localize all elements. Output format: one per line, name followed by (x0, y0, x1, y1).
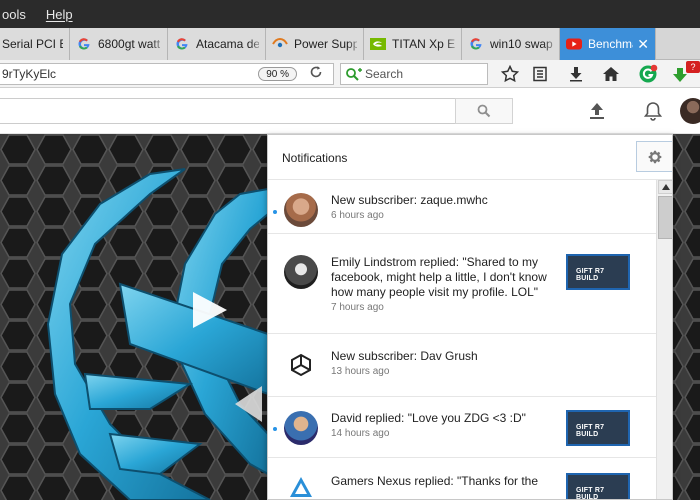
scrollbar-thumb[interactable] (658, 196, 672, 239)
addon-badge: ? (686, 61, 700, 73)
search-placeholder: Search (365, 67, 404, 81)
search-box[interactable]: Search (340, 63, 488, 85)
tab-title: Power Supp (294, 37, 357, 51)
search-icon (477, 104, 491, 118)
notifications-panel: Notifications New subscriber: zaque.mwhc… (267, 134, 673, 500)
thumbnail-label: GIFT R7 BUILD (576, 487, 605, 500)
menu-tools[interactable]: ools (2, 7, 34, 22)
thumbnail-label: GIFT R7 BUILD (576, 268, 605, 282)
zoom-indicator[interactable]: 90 % (258, 67, 297, 81)
tab-title: Benchma (588, 37, 633, 51)
tab-6800gt[interactable]: 6800gt watt (70, 28, 168, 60)
tab-atacama[interactable]: Atacama de (168, 28, 266, 60)
youtube-search-input[interactable] (0, 98, 456, 124)
unread-dot (273, 210, 277, 214)
tab-bar: Serial PCI Ex 6800gt watt Atacama de Pow… (0, 28, 700, 60)
download-icon[interactable] (565, 64, 587, 84)
tab-win10-swap[interactable]: win10 swap (462, 28, 560, 60)
navigation-bar: 9rTyKyElc 90 % Search ? (0, 60, 700, 88)
menu-bar: ools Help (0, 0, 700, 28)
video-thumbnail[interactable]: GIFT R7 BUILD (566, 473, 630, 500)
notification-text: Emily Lindstrom replied: "Shared to my f… (331, 255, 547, 299)
avatar (284, 411, 318, 445)
notification-text: Gamers Nexus replied: "Thanks for the (331, 474, 539, 488)
notification-text: New subscriber: Dav Grush (331, 349, 478, 363)
youtube-icon (566, 36, 582, 52)
notification-item[interactable]: David replied: "Love you ZDG <3 :D" 14 h… (268, 397, 656, 458)
notification-item[interactable]: New subscriber: Dav Grush 13 hours ago (268, 334, 656, 397)
reload-icon[interactable] (307, 65, 325, 83)
notification-item[interactable]: Gamers Nexus replied: "Thanks for the GI… (268, 458, 656, 500)
tab-titan-xp[interactable]: TITAN Xp En (364, 28, 462, 60)
notifications-list: New subscriber: zaque.mwhc 6 hours ago E… (268, 180, 656, 500)
video-thumbnail[interactable]: GIFT R7 BUILD (566, 254, 630, 290)
close-tab-icon[interactable]: ✕ (633, 36, 649, 53)
google-g-icon (76, 36, 92, 52)
notification-time: 6 hours ago (331, 210, 384, 221)
menu-help[interactable]: Help (46, 7, 81, 22)
avatar (284, 255, 318, 289)
bookmark-star-icon[interactable] (499, 64, 521, 84)
notification-item[interactable]: New subscriber: zaque.mwhc 6 hours ago (268, 180, 656, 234)
home-icon[interactable] (600, 64, 622, 84)
notifications-header: Notifications (268, 135, 672, 180)
notification-item[interactable]: Emily Lindstrom replied: "Shared to my f… (268, 234, 656, 334)
video-thumbnail[interactable]: GIFT R7 BUILD (566, 410, 630, 446)
avatar (284, 193, 318, 227)
settings-gear-icon[interactable] (636, 141, 672, 172)
gamers-nexus-logo-icon (290, 477, 312, 497)
google-g-icon (174, 36, 190, 52)
notifications-title: Notifications (282, 151, 348, 165)
tab-power-supply[interactable]: Power Supp (266, 28, 364, 60)
scroll-up-arrow-icon[interactable] (658, 180, 672, 194)
tab-title: Serial PCI Ex (2, 37, 63, 51)
url-text: 9rTyKyElc (2, 67, 57, 81)
youtube-header (0, 88, 700, 134)
thumbnail-label: GIFT R7 BUILD (576, 424, 605, 438)
tab-serial-pci[interactable]: Serial PCI Ex (0, 28, 70, 60)
notification-text: New subscriber: zaque.mwhc (331, 193, 488, 207)
url-bar[interactable]: 9rTyKyElc 90 % (0, 63, 334, 85)
eye-logo-icon (272, 36, 288, 52)
grammarly-icon[interactable] (637, 64, 659, 84)
notification-text: David replied: "Love you ZDG <3 :D" (331, 411, 526, 425)
google-g-icon (468, 36, 484, 52)
youtube-search-button[interactable] (455, 98, 513, 124)
avatar (284, 349, 318, 383)
tab-title: Atacama de (196, 37, 259, 51)
user-avatar[interactable] (680, 98, 700, 124)
reading-list-icon[interactable] (529, 64, 551, 84)
notification-time: 14 hours ago (331, 428, 390, 439)
notification-bell-icon[interactable] (641, 99, 665, 123)
tab-title: 6800gt watt (98, 37, 161, 51)
unity-logo-icon (291, 353, 311, 377)
notification-time: 7 hours ago (331, 302, 384, 313)
notification-time: 13 hours ago (331, 366, 390, 377)
tab-title: TITAN Xp En (392, 37, 455, 51)
unread-dot (273, 427, 277, 431)
tab-benchmark[interactable]: Benchma ✕ (560, 28, 656, 60)
avatar (284, 473, 318, 499)
nvidia-icon (370, 36, 386, 52)
search-icon (345, 67, 363, 81)
notifications-scrollbar[interactable] (656, 180, 672, 499)
upload-icon[interactable] (586, 100, 608, 122)
tab-title: win10 swap (490, 37, 553, 51)
